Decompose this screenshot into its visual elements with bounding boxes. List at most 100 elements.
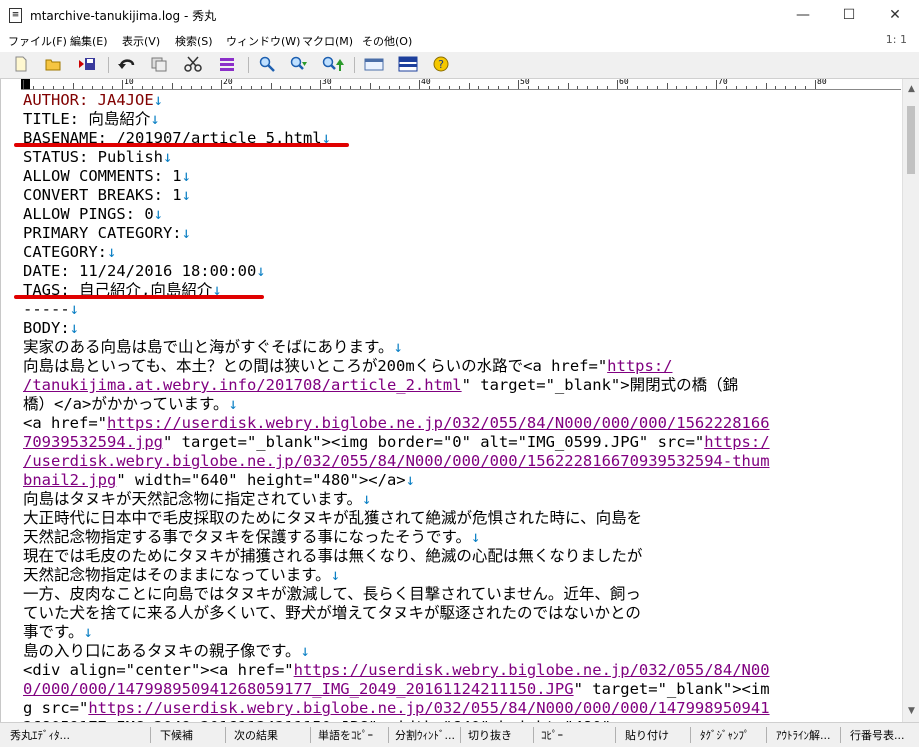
editor-line[interactable]: STATUS: Publish↓ <box>23 148 172 167</box>
editor-line[interactable]: BODY:↓ <box>23 319 79 338</box>
minimize-button[interactable]: — <box>780 0 826 30</box>
menu-view[interactable]: 表示(V) <box>122 33 160 49</box>
line-text: " target="_blank">開閉式の橋（錦 <box>461 376 739 394</box>
newline-mark: ↓ <box>300 642 310 660</box>
document-icon[interactable]: ≡ <box>9 8 22 23</box>
editor-line[interactable]: 0/000/000/147998950941268059177_IMG_2049… <box>23 680 770 699</box>
function-key-7[interactable]: ｺﾋﾟｰ <box>541 727 563 743</box>
annotation-underline-basename <box>14 143 349 147</box>
editor-line[interactable]: 現在では毛皮のためにタヌキが捕獲される事は無くなり、絶滅の心配は無くなりましたが <box>23 547 642 566</box>
editor-line[interactable]: CONVERT BREAKS: 1↓ <box>23 186 191 205</box>
editor-line[interactable]: CATEGORY:↓ <box>23 243 116 262</box>
function-key-5[interactable]: 分割ｳｨﾝﾄﾞ... <box>395 727 455 743</box>
url-link[interactable]: 0/000/000/147998950941268059177_IMG_2049… <box>23 680 574 698</box>
editor-line[interactable]: 一方、皮肉なことに向島ではタヌキが激減して、長らく目撃されていません。近年、飼っ <box>23 585 641 604</box>
editor-line[interactable]: <div align="center"><a href="https://use… <box>23 661 770 680</box>
menu-window[interactable]: ウィンドウ(W) <box>226 33 300 49</box>
editor-line[interactable]: ていた犬を捨てに来る人が多くいて、野犬が増えてタヌキが駆逐されたのではないかとの <box>23 604 641 623</box>
editor-line[interactable]: /tanukijima.at.webry.info/201708/article… <box>23 376 738 395</box>
editor-line[interactable]: 70939532594.jpg" target="_blank"><img bo… <box>23 433 770 452</box>
text-editor[interactable]: 0 10 20 30 40 50 60 70 80 AUTHOR: JA4JOE↓ TITLE: … <box>0 79 903 722</box>
function-key-6[interactable]: 切り抜き <box>468 727 512 743</box>
search-icon[interactable] <box>258 56 276 73</box>
line-text: <a href=" <box>23 414 107 432</box>
url-link[interactable]: 70939532594.jpg <box>23 433 163 451</box>
editor-line[interactable]: g src="https://userdisk.webry.biglobe.ne… <box>23 699 770 718</box>
ruler-label: 50 <box>520 79 530 86</box>
ruler-tick <box>102 86 104 89</box>
editor-line[interactable]: AUTHOR: JA4JOE↓ <box>23 91 163 110</box>
ruler-tick <box>240 86 242 89</box>
editor-line[interactable]: 天然記念物指定する事でタヌキを保護する事になったそうです。↓ <box>23 528 480 547</box>
editor-line[interactable]: ALLOW COMMENTS: 1↓ <box>23 167 191 186</box>
function-key-2[interactable]: 下候補 <box>160 727 193 743</box>
copy-icon[interactable] <box>150 56 168 73</box>
scroll-thumb[interactable] <box>907 106 915 174</box>
function-key-1[interactable]: 秀丸ｴﾃﾞｨﾀ... <box>10 727 70 743</box>
search-next-icon[interactable] <box>290 56 308 73</box>
url-link[interactable]: https:/ <box>704 433 769 451</box>
url-link[interactable]: https://userdisk.webry.biglobe.ne.jp/032… <box>294 661 770 679</box>
function-key-11[interactable]: 行番号表... <box>850 727 905 743</box>
scroll-down-icon[interactable]: ▼ <box>903 703 919 720</box>
help-icon[interactable]: ? <box>432 56 450 73</box>
open-folder-icon[interactable] <box>44 56 62 73</box>
editor-line[interactable]: 向島は島といっても、本土？との間は狭いところが200mくらいの水路で<a hre… <box>23 357 672 376</box>
ruler-label: 80 <box>817 79 827 86</box>
editor-line[interactable]: 橋）</a>がかかっています。↓ <box>23 395 238 414</box>
ruler-tick <box>300 86 302 89</box>
vertical-scrollbar[interactable]: ▲ ▼ <box>902 79 919 722</box>
menu-edit[interactable]: 編集(E) <box>70 33 108 49</box>
editor-line[interactable]: TITLE: 向島紹介↓ <box>23 110 160 129</box>
editor-line[interactable]: 事です。↓ <box>23 623 93 642</box>
editor-line[interactable]: PRIMARY CATEGORY:↓ <box>23 224 191 243</box>
menu-search[interactable]: 検索(S) <box>175 33 213 49</box>
new-file-icon[interactable] <box>12 56 30 73</box>
function-key-3[interactable]: 次の結果 <box>234 727 278 743</box>
editor-line[interactable]: ALLOW PINGS: 0↓ <box>23 205 163 224</box>
ruler-tick <box>42 86 44 89</box>
ruler-tick <box>428 86 430 89</box>
save-icon[interactable] <box>78 56 96 73</box>
editor-line[interactable]: bnail2.jpg" width="640" height="480"></a… <box>23 471 415 490</box>
function-key-4[interactable]: 単語をｺﾋﾟｰ <box>318 727 373 743</box>
url-link[interactable]: /userdisk.webry.biglobe.ne.jp/032/055/84… <box>23 452 770 470</box>
editor-line[interactable]: DATE: 11/24/2016 18:00:00↓ <box>23 262 266 281</box>
editor-line[interactable]: 大正時代に日本中で毛皮採取のためにタヌキが乱獲されて絶滅が危惧された時に、向島を <box>23 509 642 528</box>
menu-other[interactable]: その他(O) <box>362 33 412 49</box>
function-key-8[interactable]: 貼り付け <box>625 727 669 743</box>
maximize-button[interactable]: ☐ <box>826 0 872 30</box>
ruler-tick <box>141 86 143 89</box>
editor-line[interactable]: 島の入り口にあるタヌキの親子像です。↓ <box>23 642 310 661</box>
ruler-tick <box>765 83 767 89</box>
function-key-10[interactable]: ｱｳﾄﾗｲﾝ解... <box>776 727 831 743</box>
editor-line[interactable]: 実家のある向島は島で山と海がすぐそばにあります。↓ <box>23 338 403 357</box>
editor-line[interactable]: /userdisk.webry.biglobe.ne.jp/032/055/84… <box>23 452 770 471</box>
function-key-9[interactable]: ﾀｸﾞｼﾞｬﾝﾌﾟ <box>700 727 750 743</box>
undo-icon[interactable] <box>118 56 136 73</box>
url-link[interactable]: https:/ <box>607 357 672 375</box>
line-text: " target="_blank"><im <box>573 680 770 698</box>
url-link[interactable]: https://userdisk.webry.biglobe.ne.jp/032… <box>88 699 769 717</box>
menu-file[interactable]: ファイル(F) <box>8 33 67 49</box>
editor-line[interactable]: 向島はタヌキが天然記念物に指定されています。↓ <box>23 490 371 509</box>
editor-line[interactable]: <a href="https://userdisk.webry.biglobe.… <box>23 414 770 433</box>
paste-icon[interactable] <box>218 56 236 73</box>
ruler-tick <box>646 86 648 89</box>
newline-mark: ↓ <box>150 110 160 128</box>
ruler-tick <box>508 86 510 89</box>
function-key-separator <box>388 727 389 743</box>
url-link[interactable]: bnail2.jpg <box>23 471 116 489</box>
split-icon[interactable] <box>398 56 418 73</box>
newline-mark: ↓ <box>107 243 117 261</box>
window-icon[interactable] <box>364 56 384 73</box>
search-up-icon[interactable] <box>322 56 344 73</box>
url-link[interactable]: https://userdisk.webry.biglobe.ne.jp/032… <box>107 414 770 432</box>
editor-line[interactable]: 天然記念物指定はそのままになっています。↓ <box>23 566 340 585</box>
url-link[interactable]: /tanukijima.at.webry.info/201708/article… <box>23 376 462 394</box>
cut-icon[interactable] <box>184 56 202 73</box>
menu-macro[interactable]: マクロ(M) <box>302 33 353 49</box>
editor-line[interactable]: -----↓ <box>23 300 79 319</box>
scroll-up-icon[interactable]: ▲ <box>903 81 919 98</box>
close-button[interactable]: ✕ <box>872 0 918 30</box>
